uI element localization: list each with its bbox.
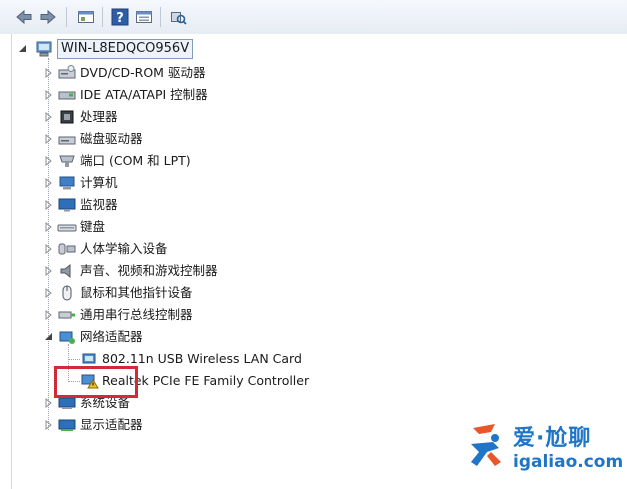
toolbar-separator: [66, 7, 67, 27]
watermark-en: igaliao.com: [513, 452, 624, 472]
expand-arrow-icon[interactable]: [44, 134, 54, 144]
highlight-box: [54, 366, 138, 398]
tree-category-label[interactable]: 通用串行总线控制器: [80, 305, 193, 325]
back-arrow-icon[interactable]: [14, 7, 34, 27]
tree-category-label[interactable]: 人体学输入设备: [80, 239, 168, 259]
keyboard-icon: [57, 219, 77, 235]
collapse-arrow-icon[interactable]: [18, 44, 28, 54]
computer-root-icon: [34, 40, 52, 57]
svg-text:?: ?: [116, 11, 124, 26]
speaker-icon: [57, 263, 75, 279]
collapse-arrow-icon[interactable]: [44, 332, 54, 342]
tree-category-label[interactable]: 键盘: [80, 217, 105, 237]
expand-arrow-icon[interactable]: [44, 310, 54, 320]
tree-category-label[interactable]: 端口 (COM 和 LPT): [80, 151, 191, 171]
expand-arrow-icon[interactable]: [44, 200, 54, 210]
tree-category-label[interactable]: IDE ATA/ATAPI 控制器: [80, 85, 208, 105]
expand-arrow-icon[interactable]: [44, 244, 54, 254]
help-icon[interactable]: ?: [110, 7, 130, 27]
watermark-cn: 爱·尬聊: [513, 426, 592, 451]
tree-category-label[interactable]: 显示适配器: [80, 415, 143, 435]
monitor-icon: [57, 197, 76, 213]
tree-category-label[interactable]: 计算机: [80, 173, 118, 193]
expand-arrow-icon[interactable]: [44, 156, 54, 166]
processor-icon: [57, 109, 75, 125]
view-icon[interactable]: [134, 7, 154, 27]
tree-category-label[interactable]: 处理器: [80, 107, 118, 127]
tree-category-label[interactable]: 鼠标和其他指针设备: [80, 283, 193, 303]
dvd-drive-icon: [57, 65, 76, 81]
port-icon: [57, 153, 75, 169]
toolbar-separator: [160, 7, 161, 27]
expand-arrow-icon[interactable]: [44, 288, 54, 298]
tree-category-label[interactable]: 监视器: [80, 195, 118, 215]
network-adapter-icon: [57, 329, 75, 345]
display-adapter-icon: [57, 417, 76, 433]
watermark: 爱·尬聊 igaliao.com: [465, 420, 625, 480]
expand-arrow-icon[interactable]: [44, 266, 54, 276]
forward-arrow-icon[interactable]: [38, 7, 58, 27]
expand-arrow-icon[interactable]: [44, 90, 54, 100]
hid-icon: [57, 241, 76, 257]
tree-category-label[interactable]: DVD/CD-ROM 驱动器: [80, 63, 205, 83]
toolbar: ?: [0, 0, 627, 35]
expand-arrow-icon[interactable]: [44, 398, 54, 408]
tree-category-label[interactable]: 声音、视频和游戏控制器: [80, 261, 218, 281]
toolbar-separator: [102, 7, 103, 27]
expand-arrow-icon[interactable]: [44, 112, 54, 122]
tree-connector: [68, 359, 80, 360]
tree-category-label[interactable]: 网络适配器: [80, 327, 143, 347]
expand-arrow-icon[interactable]: [44, 222, 54, 232]
expand-arrow-icon[interactable]: [44, 68, 54, 78]
expand-arrow-icon[interactable]: [44, 420, 54, 430]
expand-arrow-icon[interactable]: [44, 178, 54, 188]
ide-controller-icon: [57, 87, 76, 103]
tree-category-label[interactable]: 磁盘驱动器: [80, 129, 143, 149]
tree-border: [11, 34, 12, 489]
watermark-logo-icon: [471, 424, 501, 466]
usb-icon: [57, 307, 75, 323]
mouse-icon: [57, 285, 75, 301]
network-card-icon: [80, 351, 98, 367]
disk-drive-icon: [57, 131, 76, 147]
tree-root-label[interactable]: WIN-L8EDQCO956V: [57, 39, 194, 59]
scan-hardware-icon[interactable]: [168, 7, 188, 27]
properties-icon[interactable]: [76, 7, 96, 27]
computer-icon: [57, 175, 75, 191]
